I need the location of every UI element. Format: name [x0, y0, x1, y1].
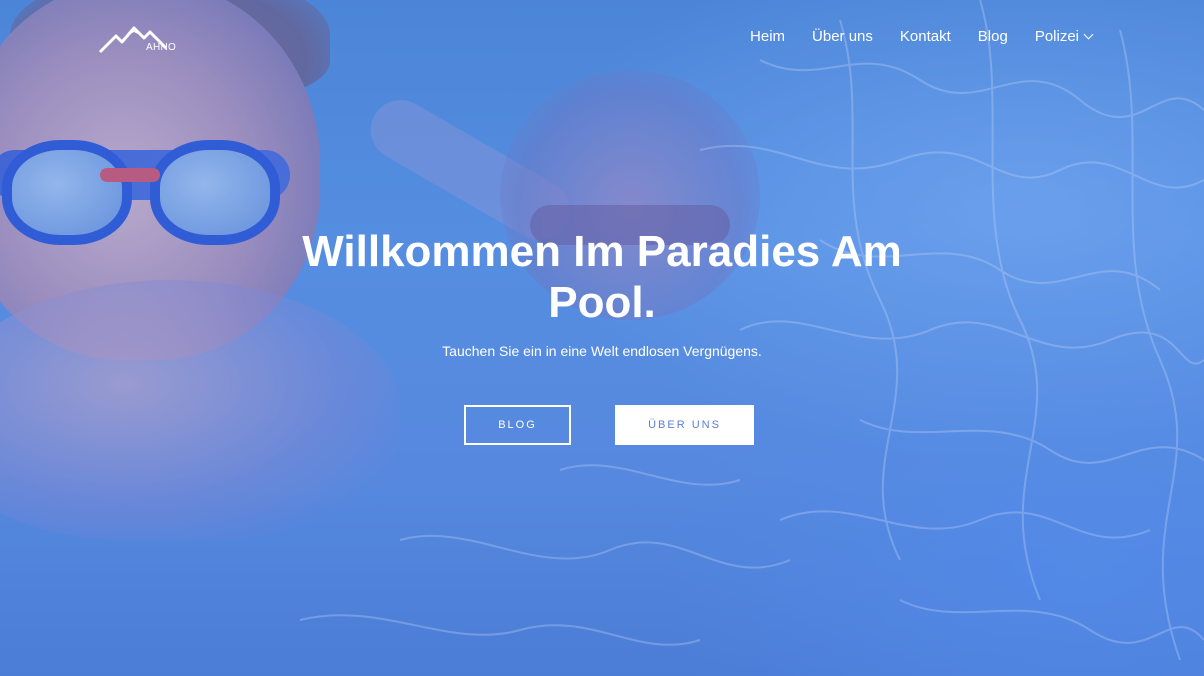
nav-item-label: Blog: [977, 28, 1008, 45]
nav-item-kontakt[interactable]: Kontakt: [900, 28, 951, 45]
hero-subtitle: Tauchen Sie ein in eine Welt endlosen Ve…: [442, 343, 762, 359]
nav-item-polizei-dropdown[interactable]: Polizei: [1034, 28, 1094, 45]
nav-item-ueber-uns[interactable]: Über uns: [812, 28, 873, 45]
main-navigation: Heim Über uns Kontakt Blog Polizei: [750, 28, 1094, 45]
hero-title: Willkommen Im Paradies Am Pool.: [302, 227, 902, 327]
color-overlay: [0, 0, 1204, 676]
nav-item-blog[interactable]: Blog: [978, 28, 1008, 45]
logo-text: AHNO: [146, 42, 177, 53]
site-header: AHNO Heim Über uns Kontakt Blog Polizei: [0, 0, 1204, 76]
chevron-down-icon: [1083, 29, 1094, 40]
site-logo[interactable]: AHNO: [98, 22, 178, 56]
nav-item-heim[interactable]: Heim: [750, 28, 785, 45]
nav-item-label: Heim: [750, 28, 786, 45]
nav-item-label: Polizei: [1034, 28, 1079, 45]
about-us-button[interactable]: ÜBER UNS: [615, 405, 754, 445]
nav-item-label: Kontakt: [899, 28, 951, 45]
blog-button[interactable]: BLOG: [464, 405, 571, 445]
nav-item-label: Über uns: [812, 28, 873, 45]
hero-section: AHNO Heim Über uns Kontakt Blog Polizei …: [0, 0, 1204, 676]
